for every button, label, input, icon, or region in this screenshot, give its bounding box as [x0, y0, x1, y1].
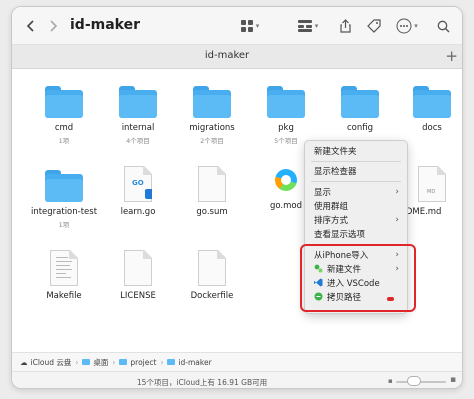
- path-project[interactable]: project: [130, 358, 156, 367]
- tab-bar: id-maker +: [12, 45, 462, 69]
- folder-item[interactable]: integration-test 1项: [20, 170, 108, 229]
- folder-icon: [341, 86, 379, 118]
- file-item[interactable]: GO learn.go: [102, 166, 174, 217]
- file-name: docs: [422, 123, 442, 133]
- file-item[interactable]: go.sum: [176, 166, 248, 217]
- menu-item-show[interactable]: 显示 ›: [314, 185, 401, 198]
- file-name: config: [346, 123, 373, 133]
- folder-icon: [413, 86, 451, 118]
- file-item[interactable]: Makefile: [28, 250, 100, 301]
- path-icloud[interactable]: iCloud 云盘: [31, 357, 72, 368]
- file-name: Dockerfile: [190, 291, 234, 301]
- tab-id-maker[interactable]: id-maker: [12, 50, 442, 61]
- submenu-arrow-icon: ›: [395, 186, 399, 197]
- large-icon: ▪: [450, 375, 457, 385]
- grid-view-icon[interactable]: ▾: [238, 15, 262, 37]
- menu-item-show-inspector[interactable]: 显示检查器: [314, 164, 401, 177]
- document-icon: [124, 250, 152, 286]
- file-item[interactable]: MD ADME.md: [400, 166, 460, 217]
- vscode-icon: [145, 189, 152, 199]
- menu-item-sort-by[interactable]: 排序方式 ›: [314, 213, 401, 226]
- file-name: LICENSE: [120, 291, 156, 301]
- search-icon[interactable]: [434, 15, 452, 37]
- folder-icon: [119, 359, 128, 365]
- file-item[interactable]: LICENSE: [102, 250, 174, 301]
- folder-item[interactable]: config: [324, 86, 396, 133]
- folder-icon: [45, 86, 83, 118]
- chevron-right-icon[interactable]: [46, 15, 60, 37]
- menu-item-view-options[interactable]: 查看显示选项: [314, 227, 401, 240]
- file-item[interactable]: Dockerfile: [176, 250, 248, 301]
- file-name: Makefile: [46, 291, 82, 301]
- video-app-icon: [273, 166, 299, 196]
- file-name: cmd: [54, 123, 74, 133]
- markdown-file-icon: MD: [418, 166, 446, 202]
- group-icon[interactable]: ▾: [295, 15, 321, 37]
- go-file-icon: GO: [124, 166, 152, 202]
- folder-icon: [167, 359, 176, 365]
- folder-icon: [82, 359, 91, 365]
- menu-item-new-folder[interactable]: 新建文件夹: [314, 144, 401, 157]
- share-icon[interactable]: [337, 15, 353, 37]
- more-icon[interactable]: ▾: [396, 15, 418, 37]
- folder-item[interactable]: docs: [396, 86, 462, 133]
- menu-separator: [311, 181, 401, 182]
- tag-icon[interactable]: [365, 15, 383, 37]
- file-subtitle: 1项: [58, 221, 70, 229]
- icon-size-slider[interactable]: [396, 381, 446, 383]
- path-id-maker[interactable]: id-maker: [178, 358, 211, 367]
- red-marker: [387, 297, 394, 301]
- status-bar: 15个项目，iCloud上有 16.91 GB可用 ▪ ▪: [12, 371, 462, 388]
- highlight-box: [300, 244, 416, 312]
- folder-icon: [45, 170, 83, 202]
- window-title: id-maker: [70, 17, 140, 33]
- path-separator: ›: [75, 357, 79, 367]
- folder-icon: [267, 86, 305, 118]
- file-subtitle: 4个项目: [126, 137, 150, 145]
- folder-item[interactable]: migrations 2个项目: [176, 86, 248, 145]
- toolbar: id-maker ▾ ▾ ▾: [12, 7, 462, 45]
- submenu-arrow-icon: ›: [395, 214, 399, 225]
- cloud-icon: ☁: [20, 357, 28, 367]
- file-name: internal: [121, 123, 155, 133]
- folder-icon: [119, 86, 157, 118]
- slider-thumb[interactable]: [407, 376, 421, 386]
- chevron-left-icon[interactable]: [24, 15, 38, 37]
- document-icon: [198, 166, 226, 202]
- path-separator: ›: [160, 357, 164, 367]
- folder-item[interactable]: cmd 1项: [28, 86, 100, 145]
- document-icon: [198, 250, 226, 286]
- status-text: 15个项目，iCloud上有 16.91 GB可用: [136, 378, 268, 387]
- folder-icon: [193, 86, 231, 118]
- small-icon: ▪: [388, 377, 393, 385]
- file-name: go.sum: [196, 207, 228, 217]
- text-file-icon: [50, 250, 78, 286]
- file-subtitle: 1项: [58, 137, 70, 145]
- file-name: ADME.md: [400, 207, 442, 217]
- menu-separator: [311, 161, 401, 162]
- menu-item-use-groups[interactable]: 使用群组: [314, 199, 401, 212]
- path-desktop[interactable]: 桌面: [93, 357, 108, 368]
- add-tab-button[interactable]: +: [445, 47, 458, 65]
- path-separator: ›: [112, 357, 116, 367]
- file-name: learn.go: [120, 207, 156, 217]
- folder-item[interactable]: pkg 5个项目: [250, 86, 322, 145]
- file-name: integration-test: [30, 207, 98, 217]
- file-name: pkg: [278, 123, 294, 133]
- file-name: migrations: [189, 123, 235, 133]
- file-subtitle: 2个项目: [200, 137, 224, 145]
- path-bar: ☁ iCloud 云盘 › 桌面 › project › id-maker: [12, 352, 462, 371]
- folder-item[interactable]: internal 4个项目: [102, 86, 174, 145]
